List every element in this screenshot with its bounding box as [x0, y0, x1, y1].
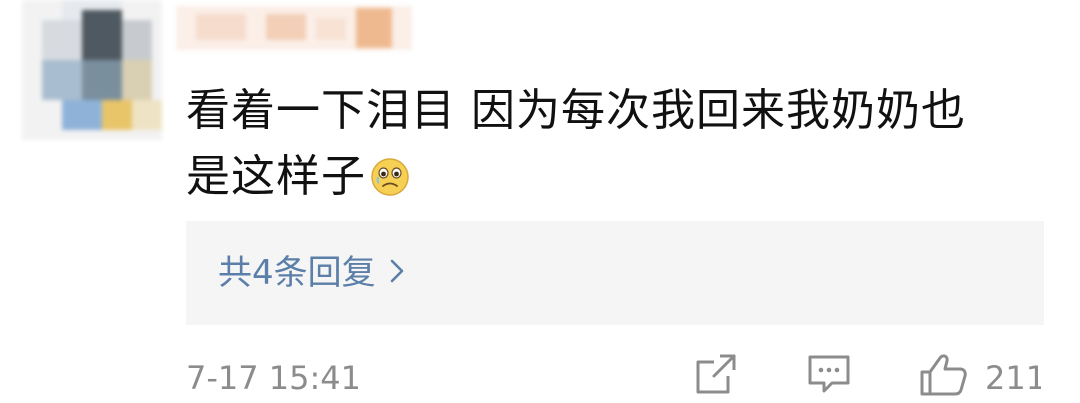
username-pixel [196, 14, 246, 40]
replies-box: 共4条回复 [186, 221, 1044, 325]
username-pixel [356, 8, 392, 48]
comment-line-1: 看着一下泪目 因为每次我回来我奶奶也 [186, 85, 966, 136]
chevron-right-icon [390, 220, 404, 324]
avatar-pixel [42, 20, 82, 60]
avatar-pixel [42, 60, 82, 100]
avatar-pixel [82, 60, 122, 100]
avatar-pixel [82, 10, 122, 60]
replies-label: 共4条回复 [218, 253, 376, 293]
username-pixel [316, 18, 346, 40]
share-button[interactable] [694, 352, 738, 400]
comment-line-2: 是这样子 [186, 144, 1046, 210]
share-icon [694, 354, 738, 400]
avatar-pixel [122, 60, 152, 100]
view-replies-link[interactable]: 共4条回复 [218, 221, 404, 325]
avatar-pixel [102, 100, 132, 130]
comment-button[interactable] [806, 352, 852, 400]
avatar[interactable] [22, 0, 162, 140]
comment-text: 看着一下泪目 因为每次我回来我奶奶也 是这样子 [186, 78, 1046, 210]
thumbs-up-icon [918, 354, 970, 402]
like-count: 211 [985, 359, 1041, 397]
username[interactable] [176, 0, 412, 56]
avatar-pixel [62, 100, 102, 130]
avatar-pixel [122, 20, 152, 60]
comment-line-2-text: 是这样子 [186, 151, 366, 202]
like-button[interactable] [918, 352, 970, 402]
comment-icon [806, 355, 852, 400]
timestamp: 7-17 15:41 [186, 359, 362, 397]
avatar-pixel [132, 100, 162, 130]
tearful-face-emoji-icon [370, 150, 410, 196]
username-pixel [266, 14, 306, 40]
